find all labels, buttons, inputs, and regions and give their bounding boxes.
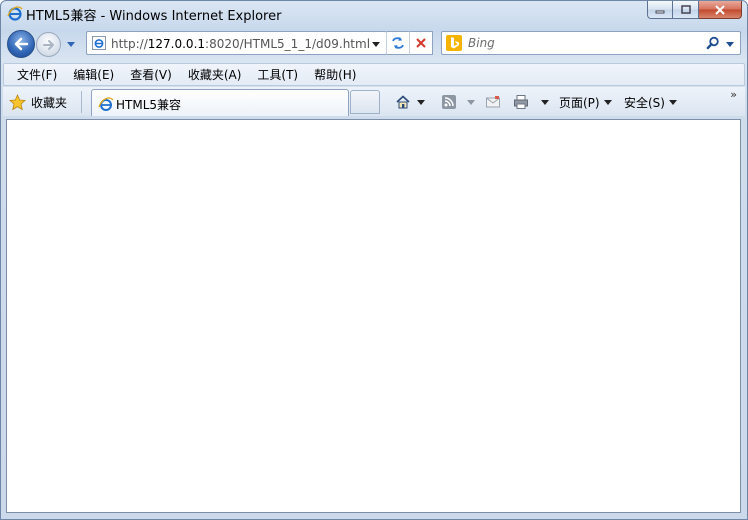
back-button[interactable] [7,30,35,58]
navigation-bar: http://127.0.0.1:8020/HTML5_1_1/d09.html [1,27,747,61]
refresh-icon [392,37,404,49]
search-options-chevron-down-icon[interactable] [726,41,734,47]
favorites-label: 收藏夹 [31,95,68,110]
star-icon [9,93,26,110]
ie-logo-icon [7,6,23,21]
menu-favorites[interactable]: 收藏夹(A) [180,66,250,83]
address-url[interactable]: http://127.0.0.1:8020/HTML5_1_1/d09.html [111,37,370,51]
rss-feed-icon [442,95,456,109]
menu-edit[interactable]: 编辑(E) [65,66,122,83]
page-menu-label: 页面(P) [559,95,600,110]
new-tab-button[interactable] [350,90,380,114]
tab-label: HTML5兼容 [116,98,182,112]
chevron-down-icon [541,100,549,105]
print-icon [514,95,528,109]
chevron-down-icon [467,100,475,105]
forward-button[interactable] [36,32,61,57]
safety-menu-button[interactable]: 安全(S) [624,92,677,112]
stop-icon [416,38,426,48]
search-input[interactable] [468,35,698,51]
mail-icon [486,96,500,108]
page-content[interactable] [6,119,741,513]
print-button[interactable] [513,92,549,112]
bing-logo-icon [446,35,462,51]
url-scheme: http:// [111,37,148,51]
chevron-down-icon [668,100,677,105]
menu-bar: 文件(F) 编辑(E) 查看(V) 收藏夹(A) 工具(T) 帮助(H) [3,63,745,86]
menu-view[interactable]: 查看(V) [122,66,180,83]
browser-window: HTML5兼容 - Windows Internet Explorer http… [0,0,748,520]
menu-help[interactable]: 帮助(H) [306,66,364,83]
compatibility-refresh-button[interactable] [386,31,410,55]
safety-menu-label: 安全(S) [624,95,665,110]
more-commands-chevron-icon[interactable]: » [730,88,737,101]
maximize-button[interactable] [673,1,699,19]
tab-html5-compat[interactable]: HTML5兼容 [91,89,349,116]
search-icon[interactable] [706,36,720,50]
page-ie-icon [92,36,106,50]
menu-file[interactable]: 文件(F) [9,66,65,83]
close-icon [715,4,725,15]
divider [81,91,82,113]
favorites-command-bar: 收藏夹 HTML5兼容 页面(P) 安全(S) » [3,87,745,116]
caption-buttons [647,1,742,19]
stop-button[interactable] [409,31,433,55]
recent-pages-chevron-down-icon[interactable] [65,39,77,49]
page-menu-button[interactable]: 页面(P) [559,92,612,112]
window-title: HTML5兼容 - Windows Internet Explorer [26,9,282,24]
url-path: :8020/HTML5_1_1/d09.html [205,37,371,51]
back-arrow-icon [14,37,29,51]
home-icon [396,95,410,109]
forward-arrow-icon [42,39,54,50]
read-mail-button[interactable] [485,92,501,112]
chevron-down-icon [603,100,612,105]
feeds-button[interactable] [441,92,475,112]
title-bar[interactable]: HTML5兼容 - Windows Internet Explorer [1,1,747,25]
search-bar[interactable] [441,31,741,55]
minimize-button[interactable] [647,1,673,19]
address-dropdown-chevron-down-icon[interactable] [371,40,381,48]
ie-logo-icon [98,97,114,111]
home-button[interactable] [395,92,425,112]
menu-tools[interactable]: 工具(T) [249,66,306,83]
minimize-icon [655,10,665,13]
maximize-icon [680,5,691,14]
close-button[interactable] [699,1,742,19]
url-host: 127.0.0.1 [147,37,206,51]
address-bar[interactable]: http://127.0.0.1:8020/HTML5_1_1/d09.html [86,31,387,55]
chevron-down-icon [417,100,425,105]
favorites-button[interactable]: 收藏夹 [9,92,67,112]
